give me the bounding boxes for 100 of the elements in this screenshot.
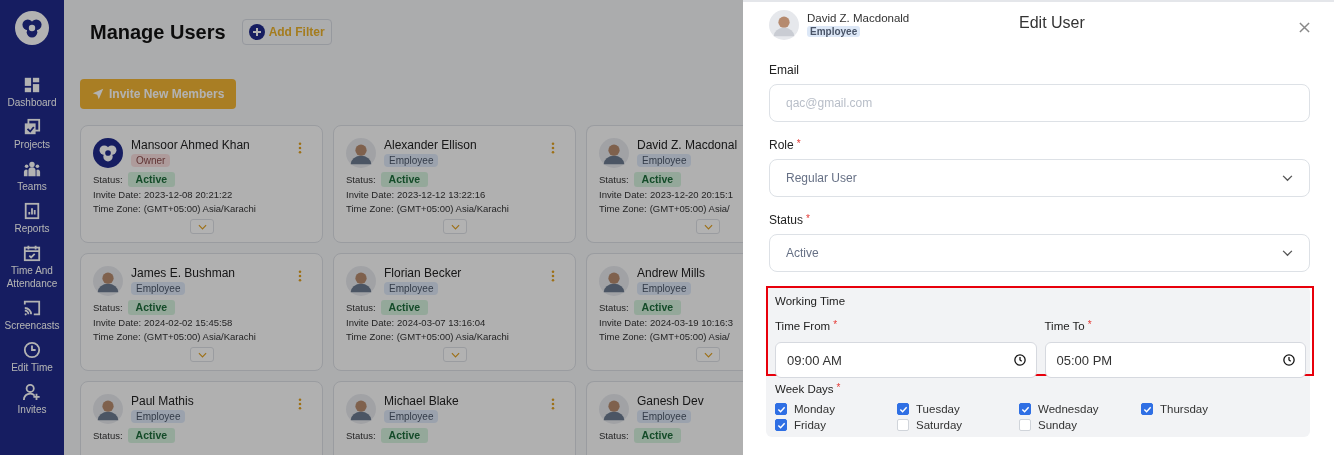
- time-field[interactable]: 05:00 PM: [1044, 342, 1306, 378]
- checkbox[interactable]: [1019, 403, 1031, 415]
- chevron-down-icon: [1282, 249, 1293, 257]
- user-name: Florian Becker: [384, 266, 462, 281]
- status-label: Status:: [93, 428, 123, 443]
- status-label: Status:: [93, 172, 123, 187]
- user-name: Mansoor Ahmed Khan: [131, 138, 250, 153]
- people-icon: [23, 160, 41, 178]
- email-field[interactable]: qac@gmail.com: [769, 84, 1310, 122]
- status-badge: Active: [127, 428, 176, 443]
- time-label: Time To: [1044, 319, 1085, 334]
- sidebar-item[interactable]: Projects: [0, 118, 64, 151]
- avatar-icon: [346, 266, 376, 296]
- role-badge: Employee: [637, 282, 692, 295]
- invite-date-label: Invite Date:: [346, 188, 395, 202]
- sidebar-item[interactable]: Invites: [0, 383, 64, 416]
- user-name: Michael Blake: [384, 394, 459, 409]
- required-mark: *: [833, 319, 838, 331]
- chevron-down-icon: [197, 351, 207, 358]
- status-label: Status:: [599, 300, 629, 315]
- avatar-icon: [599, 266, 629, 296]
- more-icon[interactable]: [298, 398, 302, 410]
- more-icon[interactable]: [551, 398, 555, 410]
- panel-title: Edit User: [1019, 14, 1085, 32]
- invite-date: 2023-12-12 13:22:16: [397, 188, 486, 202]
- expand-button[interactable]: [696, 219, 720, 234]
- sidebar-item[interactable]: Screencasts: [0, 299, 64, 332]
- more-icon[interactable]: [298, 270, 302, 282]
- role-badge: Employee: [384, 282, 439, 295]
- time-zone: (GMT+05:00) Asia/: [649, 330, 730, 344]
- expand-button[interactable]: [190, 347, 214, 362]
- role-select[interactable]: Regular User: [769, 159, 1310, 197]
- time-zone: (GMT+05:00) Asia/Karachi: [143, 202, 256, 216]
- sidebar-item[interactable]: Dashboard: [0, 76, 64, 109]
- more-icon[interactable]: [298, 142, 302, 154]
- grid-icon: [23, 76, 41, 94]
- day-label: Friday: [794, 419, 826, 431]
- role-badge: Employee: [131, 410, 186, 423]
- logo-avatar-icon: [93, 138, 123, 168]
- required-mark: *: [836, 382, 841, 394]
- check-icon: [1142, 404, 1152, 414]
- role-badge: Owner: [131, 154, 171, 167]
- sidebar-item[interactable]: Edit Time: [0, 341, 64, 374]
- role-badge: Employee: [637, 154, 692, 167]
- avatar-icon: [93, 266, 123, 296]
- check-icon: [1020, 404, 1030, 414]
- expand-button[interactable]: [443, 347, 467, 362]
- required-mark: *: [1087, 319, 1092, 331]
- status-label: Status:: [346, 172, 376, 187]
- checkbox[interactable]: [897, 403, 909, 415]
- day-label: Saturday: [916, 419, 963, 431]
- avatar-icon: [346, 138, 376, 168]
- calendar-icon: [23, 244, 41, 262]
- required-mark: *: [806, 213, 810, 225]
- user-name: Andrew Mills: [637, 266, 705, 281]
- status-badge: Active: [380, 172, 429, 187]
- check-icon: [898, 404, 908, 414]
- stacked-squares-icon: [23, 118, 41, 136]
- cast-icon: [23, 299, 41, 317]
- status-badge: Active: [633, 300, 682, 315]
- user-name: David Z. Macdonald: [807, 12, 910, 24]
- invite-date-label: Invite Date:: [599, 188, 648, 202]
- status-select[interactable]: Active: [769, 234, 1310, 272]
- sidebar-item[interactable]: Teams: [0, 160, 64, 193]
- expand-button[interactable]: [443, 219, 467, 234]
- day-label: Monday: [794, 403, 835, 415]
- invite-date-label: Invite Date:: [599, 316, 648, 330]
- avatar-icon: [346, 394, 376, 424]
- checkbox[interactable]: [1141, 403, 1153, 415]
- status-badge: Active: [380, 428, 429, 443]
- status-label: Status:: [599, 172, 629, 187]
- time-field[interactable]: 09:00 AM: [775, 342, 1037, 378]
- sidebar-item[interactable]: Time And Attendance: [0, 244, 64, 290]
- checkbox[interactable]: [775, 419, 787, 431]
- bar-chart-icon: [23, 202, 41, 220]
- clock-icon[interactable]: [1283, 354, 1295, 366]
- time-zone-label: Time Zone:: [93, 330, 141, 344]
- week-days-label: Week Days: [775, 382, 834, 397]
- expand-button[interactable]: [696, 347, 720, 362]
- status-badge: Active: [127, 300, 176, 315]
- time-zone-label: Time Zone:: [599, 330, 647, 344]
- time-zone: (GMT+05:00) Asia/Karachi: [396, 202, 509, 216]
- more-icon[interactable]: [551, 142, 555, 154]
- expand-button[interactable]: [190, 219, 214, 234]
- time-zone: (GMT+05:00) Asia/Karachi: [143, 330, 256, 344]
- checkbox[interactable]: [775, 403, 787, 415]
- day-label: Wednesday: [1038, 403, 1099, 415]
- status-label: Status:: [599, 428, 629, 443]
- clock-icon[interactable]: [1013, 354, 1026, 366]
- time-label: Time From: [775, 319, 831, 334]
- add-user-icon: [23, 383, 41, 401]
- plus-icon: [248, 24, 265, 40]
- more-icon[interactable]: [551, 270, 555, 282]
- status-label: Status:: [346, 300, 376, 315]
- avatar-icon: [599, 138, 629, 168]
- sidebar-item[interactable]: Reports: [0, 202, 64, 235]
- close-icon[interactable]: [1299, 22, 1310, 33]
- time-zone-label: Time Zone:: [599, 202, 647, 216]
- send-icon: [92, 88, 104, 100]
- time-zone-label: Time Zone:: [93, 202, 141, 216]
